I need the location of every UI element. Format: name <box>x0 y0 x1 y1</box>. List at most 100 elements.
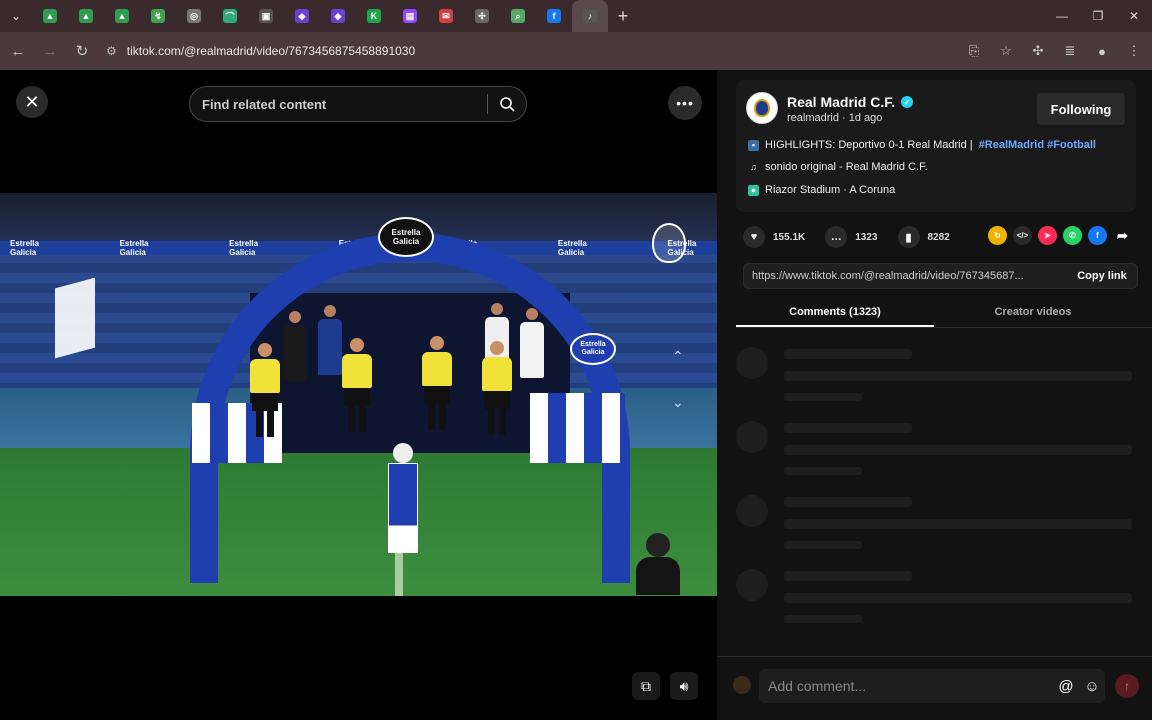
player <box>318 305 342 375</box>
repost-icon[interactable]: ↻ <box>988 226 1007 245</box>
details-pane: Real Madrid C.F. ✓ realmadrid · 1d ago F… <box>717 70 1152 720</box>
browser-tab[interactable]: K <box>356 0 392 32</box>
browser-tab[interactable]: ▲ <box>104 0 140 32</box>
install-icon[interactable]: ⎘ <box>960 37 988 65</box>
search-icon: ⌕ <box>511 9 525 23</box>
whatsapp-icon[interactable]: ✆ <box>1063 226 1082 245</box>
restore-icon[interactable]: ❐ <box>1080 0 1116 32</box>
tab-search-icon[interactable]: ⌄ <box>0 0 32 32</box>
comment-skeleton <box>736 495 1136 555</box>
author-card: Real Madrid C.F. ✓ realmadrid · 1d ago F… <box>736 80 1136 212</box>
browser-tab[interactable]: ▤ <box>392 0 428 32</box>
app-icon: ◆ <box>331 9 345 23</box>
location-line[interactable]: ● Riazor Stadium · A Coruna <box>748 184 895 196</box>
share-arrow-icon[interactable]: ➦ <box>1113 226 1132 245</box>
new-tab-button[interactable]: + <box>608 6 638 27</box>
save-stat[interactable]: ▮ 8282 <box>897 226 950 248</box>
forward-icon[interactable]: → <box>36 37 64 65</box>
sound-line[interactable]: ♫ sonido original - Real Madrid C.F. <box>748 161 928 173</box>
browser-tab[interactable]: ▲ <box>32 0 68 32</box>
menu-icon[interactable]: ⋮ <box>1120 37 1148 65</box>
tab-creator-videos[interactable]: Creator videos <box>934 298 1132 327</box>
flag <box>55 277 95 359</box>
browser-tab[interactable]: ⌕ <box>500 0 536 32</box>
browser-tab[interactable]: ▣ <box>248 0 284 32</box>
referee <box>250 343 280 437</box>
comment-skeleton <box>736 569 1136 629</box>
floating-player-icon[interactable]: ⧉ <box>632 672 660 700</box>
copy-link-button[interactable]: Copy link <box>1067 270 1137 282</box>
browser-tab[interactable]: ⌒ <box>212 0 248 32</box>
player <box>283 311 307 381</box>
site-info-icon[interactable]: ⚙ <box>106 44 117 58</box>
close-window-icon[interactable]: ✕ <box>1116 0 1152 32</box>
match-ball <box>393 443 413 463</box>
browser-tab[interactable]: ♪ <box>572 0 608 32</box>
browser-tab[interactable]: f <box>536 0 572 32</box>
back-icon[interactable]: ← <box>4 37 32 65</box>
send-to-friends-icon[interactable]: ➤ <box>1038 226 1057 245</box>
arch-side-logo: Estrella Galicia <box>570 333 616 365</box>
more-options-button[interactable]: ••• <box>668 86 702 120</box>
comment-input-box[interactable]: @ ☺ <box>759 669 1105 703</box>
comment-skeleton <box>736 421 1136 481</box>
bookmark-icon[interactable]: ▮ <box>897 226 920 248</box>
app-icon: ⌒ <box>223 9 237 23</box>
facebook-icon[interactable]: f <box>1088 226 1107 245</box>
location-pin-icon: ● <box>748 184 759 196</box>
author-handle-date: realmadrid · 1d ago <box>787 112 883 124</box>
reload-icon[interactable]: ↻ <box>68 37 96 65</box>
minimize-icon[interactable]: — <box>1044 0 1080 32</box>
tab-comments[interactable]: Comments (1323) <box>736 298 934 327</box>
author-name[interactable]: Real Madrid C.F. ✓ <box>787 94 914 110</box>
heart-icon[interactable]: ♥ <box>743 226 765 248</box>
audio-icon: ♪ <box>583 9 597 23</box>
comment-skeleton <box>736 347 1136 407</box>
video-nav-arrows[interactable]: ⌃ ⌄ <box>672 333 684 425</box>
video-player[interactable]: Estrella Galicia Estrella Galicia Estrella… <box>0 193 717 596</box>
presenter-overlay <box>634 533 682 596</box>
comment-bubble-icon[interactable]: … <box>825 226 848 248</box>
related-search-box[interactable] <box>189 86 527 122</box>
media-icon[interactable]: ≣ <box>1056 37 1084 65</box>
volume-icon[interactable]: 🔊︎ <box>670 672 698 700</box>
video-link-text[interactable]: https://www.tiktok.com/@realmadrid/video… <box>744 270 1067 282</box>
puzzle-icon: ✣ <box>475 9 489 23</box>
referee <box>342 338 372 432</box>
drive-icon: ▲ <box>43 9 57 23</box>
following-button[interactable]: Following <box>1037 93 1125 125</box>
browser-tab[interactable]: ✉ <box>428 0 464 32</box>
hashtag-realmadrid[interactable]: #RealMadrid <box>979 139 1044 151</box>
video-description: ▪ HIGHLIGHTS: Deportivo 0-1 Real Madrid … <box>748 139 1096 151</box>
comment-tabs: Comments (1323) Creator videos <box>736 298 1152 328</box>
tv-emoji-icon: ▪ <box>748 139 759 151</box>
browser-tab[interactable]: ◆ <box>284 0 320 32</box>
browser-tab[interactable]: ◆ <box>320 0 356 32</box>
browser-tab[interactable]: ▲ <box>68 0 104 32</box>
close-video-button[interactable]: ✕ <box>16 86 48 118</box>
comment-input[interactable] <box>768 678 1053 694</box>
like-stat[interactable]: ♥ 155.1K <box>743 226 805 248</box>
related-search-input[interactable] <box>190 96 487 112</box>
real-madrid-crest-watermark <box>652 223 686 263</box>
mention-icon[interactable]: @ <box>1053 673 1079 699</box>
author-avatar[interactable] <box>746 92 778 124</box>
search-icon[interactable] <box>488 96 526 112</box>
browser-tab[interactable]: ↯ <box>140 0 176 32</box>
referee <box>422 336 452 430</box>
emoji-icon[interactable]: ☺ <box>1079 673 1105 699</box>
address-bar[interactable]: ⚙ tiktok.com/@realmadrid/video/767345687… <box>98 37 948 65</box>
arch-sponsor-logo: Estrella Galicia <box>378 217 434 257</box>
browser-tab[interactable]: ◎ <box>176 0 212 32</box>
profile-avatar[interactable]: ● <box>1088 37 1116 65</box>
extensions-icon[interactable]: ✣ <box>1024 37 1052 65</box>
twitch-icon: ▤ <box>403 9 417 23</box>
browser-tab[interactable]: ✣ <box>464 0 500 32</box>
bookmark-star-icon[interactable]: ☆ <box>992 37 1020 65</box>
post-comment-button[interactable]: ↑ <box>1115 674 1139 698</box>
embed-icon[interactable]: </> <box>1013 226 1032 245</box>
music-note-icon: ♫ <box>750 162 757 172</box>
comment-stat[interactable]: … 1323 <box>825 226 878 248</box>
hashtag-football[interactable]: #Football <box>1047 139 1096 151</box>
share-icons: ↻ </> ➤ ✆ f ➦ <box>988 226 1132 245</box>
